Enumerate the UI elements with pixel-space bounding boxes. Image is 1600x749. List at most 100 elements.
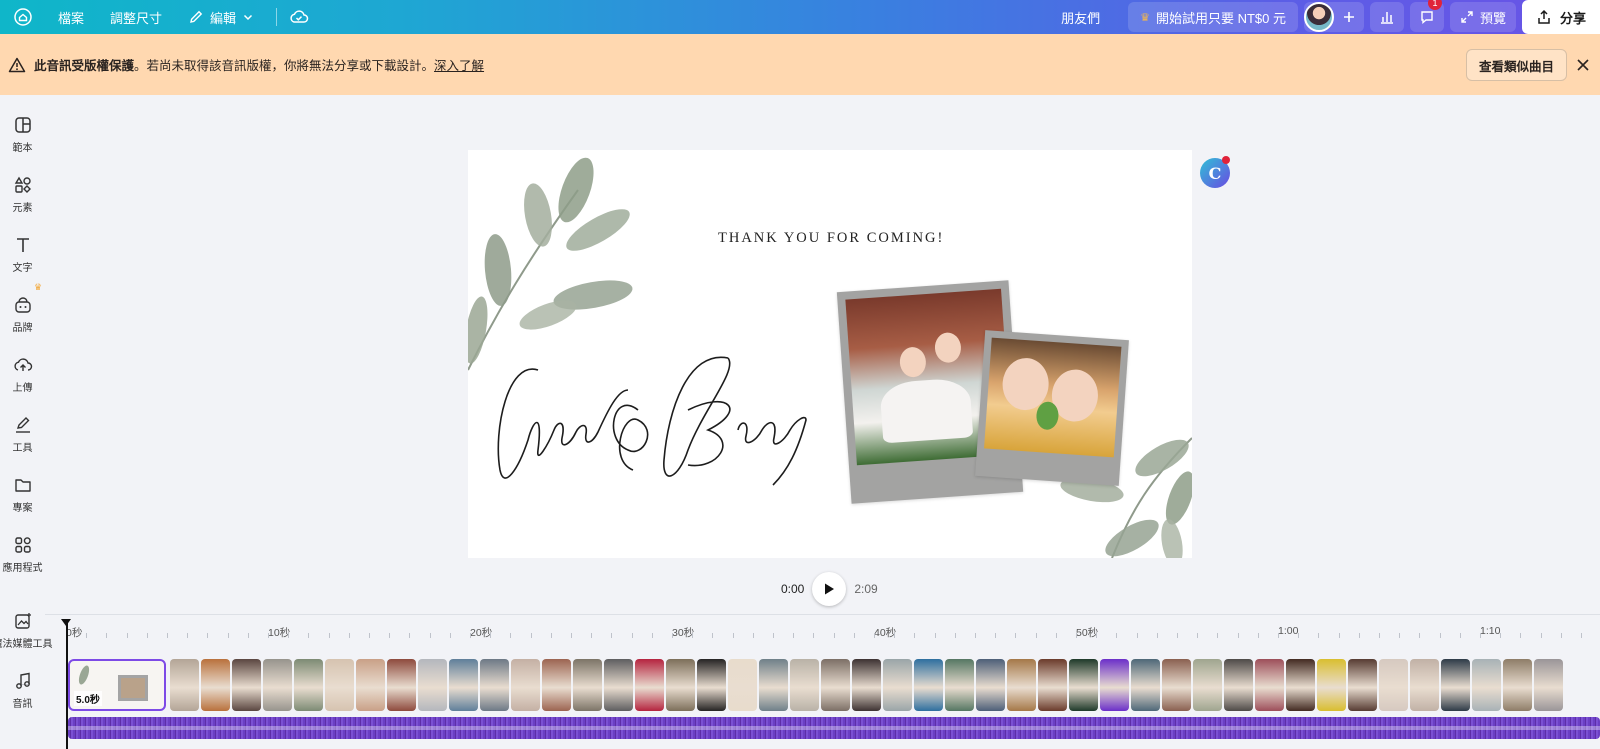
timeline-clip[interactable] [1162, 659, 1191, 711]
timeline-clip[interactable] [232, 659, 261, 711]
sidebar-item-templates[interactable]: 範本 [0, 115, 45, 154]
timeline-clip[interactable] [1193, 659, 1222, 711]
playhead[interactable] [66, 621, 68, 749]
timeline-clip[interactable] [666, 659, 695, 711]
ruler-tick [530, 633, 532, 638]
sidebar-item-apps[interactable]: 應用程式 [0, 535, 45, 574]
timeline-clip[interactable] [1472, 659, 1501, 711]
timeline-clip[interactable] [1441, 659, 1470, 711]
notice-close-button[interactable] [1574, 56, 1592, 74]
playhead-handle[interactable] [61, 619, 71, 626]
timeline-clip[interactable] [790, 659, 819, 711]
timeline-clip[interactable] [635, 659, 664, 711]
edit-menu[interactable]: 編輯 [188, 8, 254, 27]
sidebar-item-brand[interactable]: 品牌 [0, 295, 45, 334]
preview-label: 預覽 [1479, 10, 1506, 26]
start-trial-button[interactable]: ♛ 開始試用只要 NT$0 元 [1128, 2, 1298, 32]
timeline-clip[interactable] [201, 659, 230, 711]
ruler-tick [1358, 633, 1360, 638]
sidebar-item-audio[interactable]: 音訊 [0, 671, 45, 710]
timeline-clip[interactable] [1069, 659, 1098, 711]
timeline-clip[interactable] [1100, 659, 1129, 711]
file-menu[interactable]: 檔案 [58, 8, 84, 27]
timeline-clip[interactable] [604, 659, 633, 711]
timeline-clip[interactable] [1348, 659, 1377, 711]
sidebar-item-magic-media[interactable]: 魔法媒體工具 [0, 611, 53, 650]
timeline-clip[interactable] [1286, 659, 1315, 711]
brand-crown-icon: ♛ [34, 282, 43, 292]
clip-duration: 5.0秒 [74, 691, 102, 706]
clip-strip[interactable] [170, 659, 1563, 711]
play-button[interactable] [812, 572, 847, 606]
cloud-save-button[interactable] [289, 8, 309, 26]
couple-name-script[interactable]: Chaya & Barry [488, 350, 818, 505]
timeline-clip[interactable] [1131, 659, 1160, 711]
timeline-clip[interactable] [976, 659, 1005, 711]
timeline-clip[interactable] [697, 659, 726, 711]
timeline-clip[interactable] [387, 659, 416, 711]
share-button[interactable]: 分享 [1521, 0, 1600, 34]
timeline-clip[interactable] [821, 659, 850, 711]
preview-button[interactable]: 預覽 [1449, 2, 1516, 32]
timeline-clip[interactable] [1534, 659, 1563, 711]
collaborators-group[interactable] [1303, 2, 1364, 32]
timeline-clip[interactable] [914, 659, 943, 711]
clip-selected[interactable]: 5.0秒 [68, 659, 166, 711]
selfie-photo-frame[interactable] [975, 330, 1129, 486]
timeline[interactable]: 0秒 10秒 20秒 30秒 40秒 50秒 1:00 1:10 5.0秒 [45, 614, 1600, 749]
sidebar-item-tools[interactable]: 工具 [0, 415, 45, 454]
sidebar-item-elements[interactable]: 元素 [0, 175, 45, 214]
timeline-clip[interactable] [573, 659, 602, 711]
timeline-clip[interactable] [728, 659, 757, 711]
user-avatar[interactable] [1303, 2, 1334, 32]
view-similar-tracks-button[interactable]: 查看類似曲目 [1465, 49, 1567, 81]
time-ruler[interactable]: 0秒 10秒 20秒 30秒 40秒 50秒 1:00 1:10 [45, 615, 1600, 639]
sidebar-label: 上傳 [12, 383, 33, 394]
ruler-tick [1419, 633, 1421, 638]
timeline-clip[interactable] [883, 659, 912, 711]
timeline-clip[interactable] [356, 659, 385, 711]
timeline-clip[interactable] [1410, 659, 1439, 711]
comments-button[interactable]: 1 [1409, 0, 1444, 32]
selfie-photo [984, 337, 1122, 458]
timeline-clip[interactable] [263, 659, 292, 711]
crown-icon: ♛ [1140, 11, 1150, 24]
timeline-clip[interactable] [480, 659, 509, 711]
timeline-clip[interactable] [759, 659, 788, 711]
ruler-tick [1318, 633, 1320, 638]
couple-name-script-graphic [497, 356, 807, 486]
audio-track[interactable] [68, 717, 1600, 739]
timeline-clip[interactable] [1038, 659, 1067, 711]
sidebar-item-uploads[interactable]: 上傳 [0, 355, 45, 394]
timeline-clip[interactable] [511, 659, 540, 711]
timeline-clip[interactable] [1379, 659, 1408, 711]
ruler-tick [874, 633, 875, 638]
timeline-clip[interactable] [1317, 659, 1346, 711]
learn-more-link[interactable]: 深入了解 [434, 55, 484, 74]
timeline-clip[interactable] [542, 659, 571, 711]
timeline-clip[interactable] [418, 659, 447, 711]
timeline-clip[interactable] [1224, 659, 1253, 711]
ruler-tick [1459, 633, 1461, 638]
timeline-clip[interactable] [294, 659, 323, 711]
timeline-clip[interactable] [170, 659, 199, 711]
design-canvas[interactable]: THANK YOU FOR COMING! Chaya & Barry [468, 150, 1192, 558]
sidebar-item-projects[interactable]: 專案 [0, 475, 45, 514]
ruler-tick [1055, 633, 1057, 638]
friends-link[interactable]: 朋友們 [1061, 8, 1100, 27]
timeline-clip[interactable] [1255, 659, 1284, 711]
home-button[interactable] [12, 6, 34, 28]
sidebar-label: 範本 [12, 143, 33, 154]
timeline-clip[interactable] [1503, 659, 1532, 711]
ruler-tick [934, 633, 936, 638]
timeline-clip[interactable] [325, 659, 354, 711]
timeline-clip[interactable] [945, 659, 974, 711]
timeline-clip[interactable] [1007, 659, 1036, 711]
thank-you-heading[interactable]: THANK YOU FOR COMING! [718, 230, 944, 247]
timeline-clip[interactable] [852, 659, 881, 711]
sidebar-item-text[interactable]: 文字 [0, 235, 45, 274]
timeline-clip[interactable] [449, 659, 478, 711]
top-bar: 檔案 調整尺寸 編輯 朋友們 ♛ 開始試用只要 NT$0 元 1 預覽 分享 [0, 0, 1600, 34]
insights-button[interactable] [1369, 2, 1404, 32]
resize-menu[interactable]: 調整尺寸 [110, 8, 162, 27]
